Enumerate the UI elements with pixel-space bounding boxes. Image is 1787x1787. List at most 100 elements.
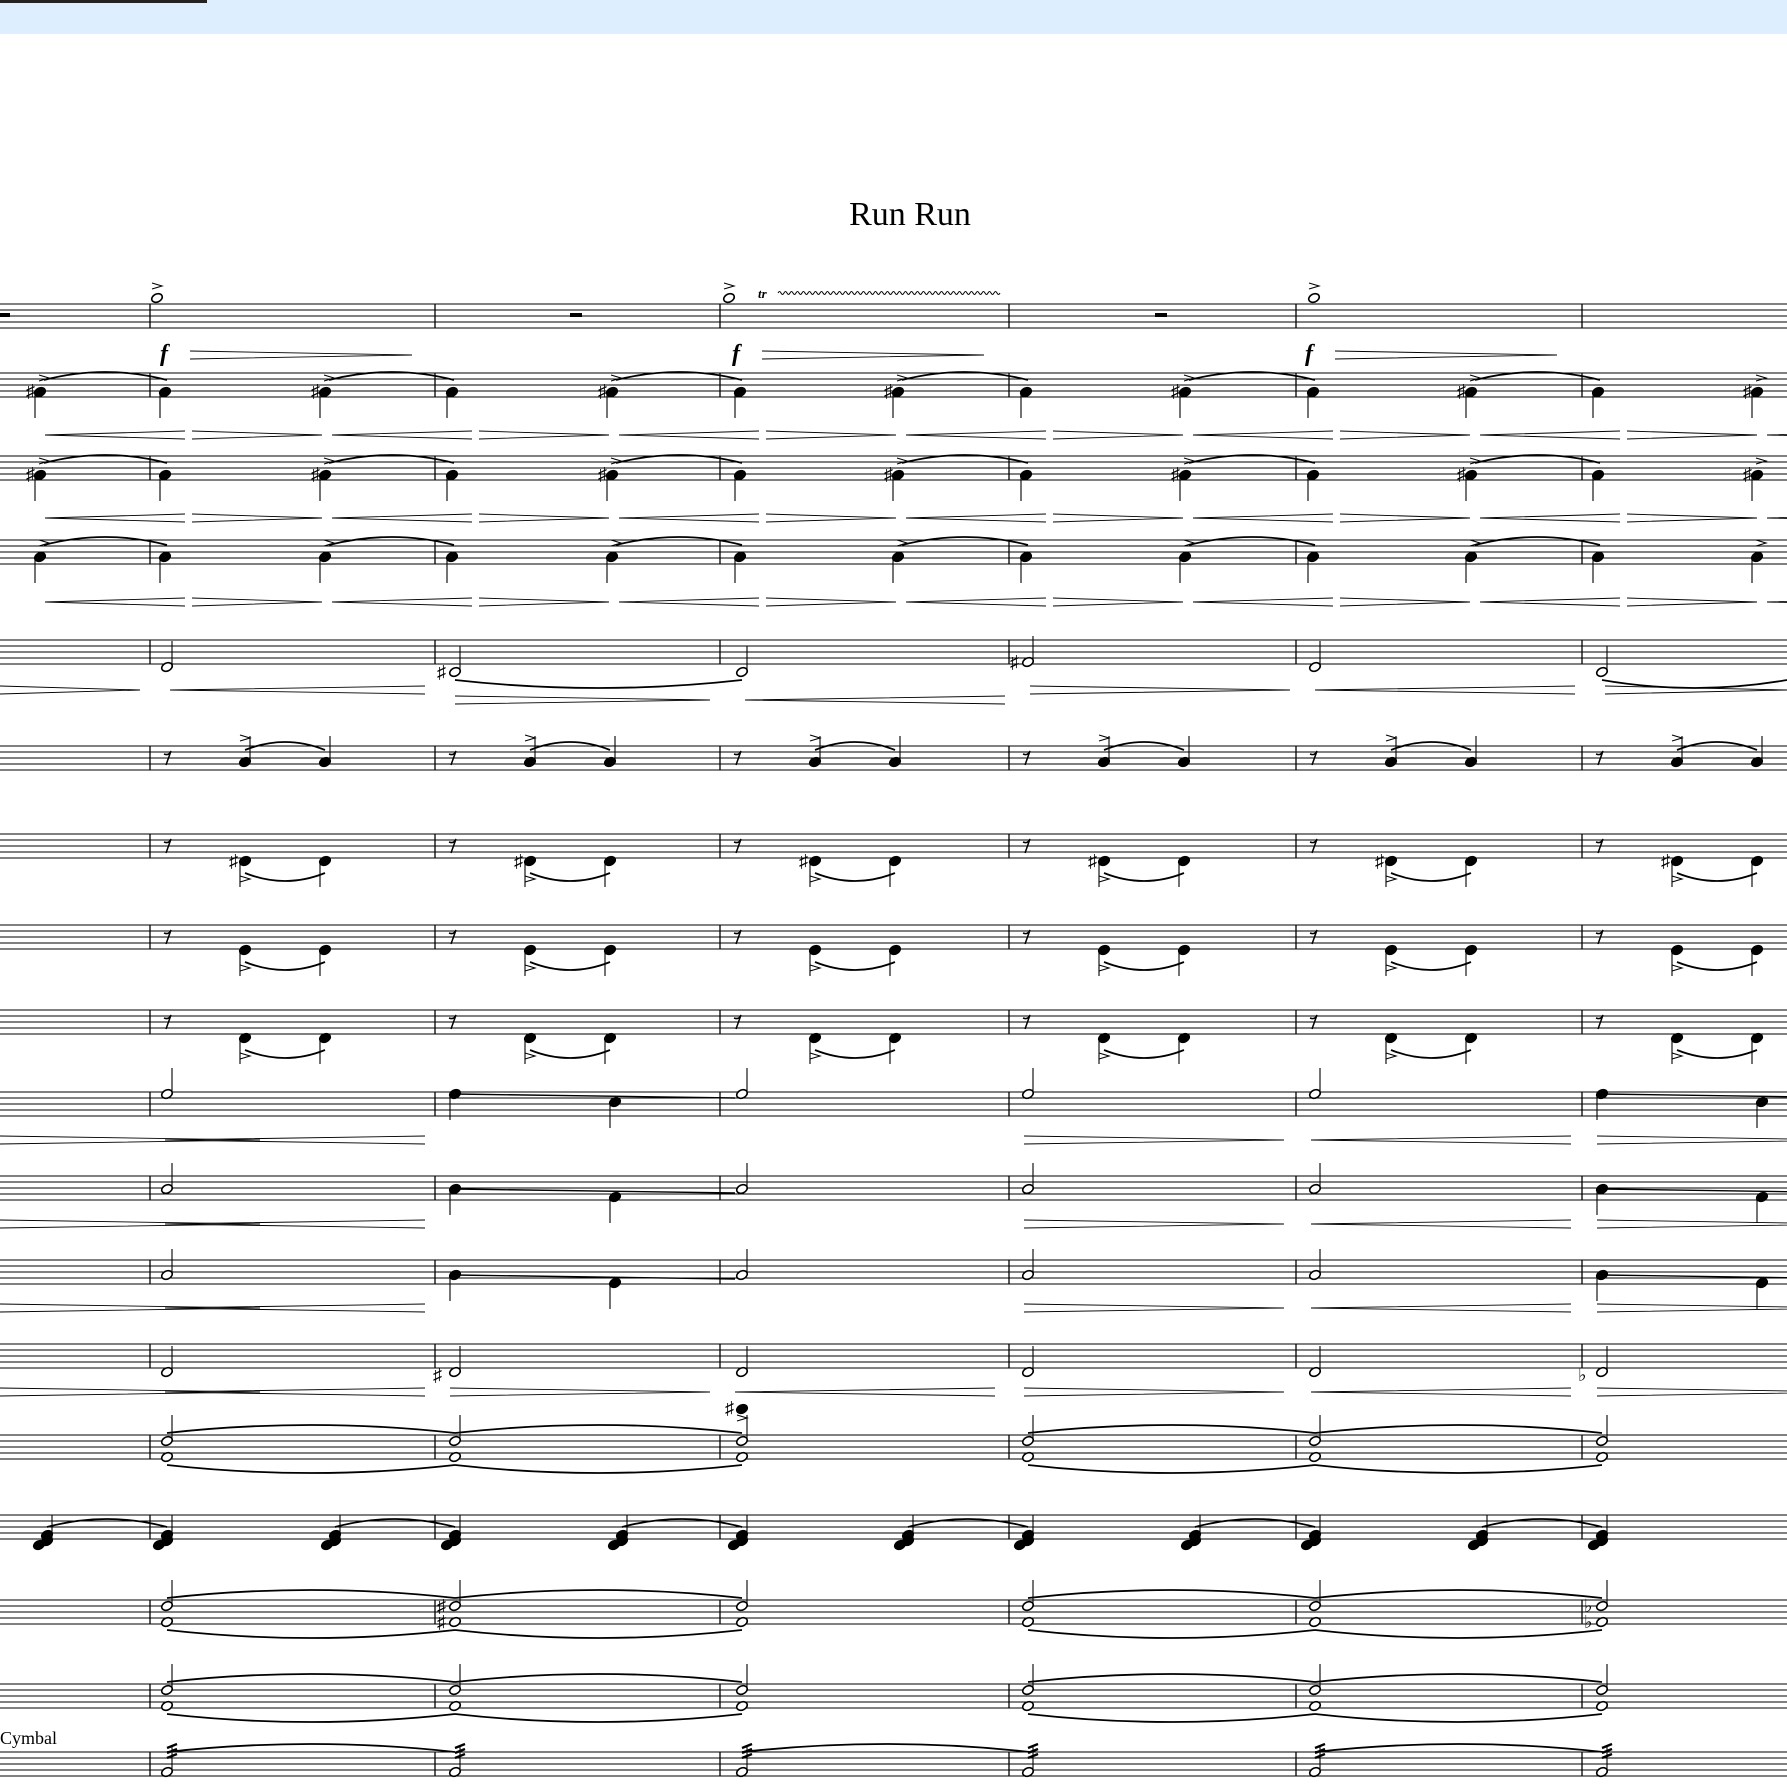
- accent-mark: [1308, 282, 1321, 290]
- accent-mark: [323, 539, 336, 547]
- accent-mark: [896, 374, 909, 382]
- trill-mark: tr: [758, 286, 768, 301]
- trill-wavy-line: [777, 291, 1001, 295]
- diminuendo-hairpin: [1339, 597, 1471, 607]
- slur-tie: [615, 536, 743, 546]
- slur-tie: [166, 1629, 456, 1639]
- sharp-accidental: ♯: [598, 464, 607, 484]
- slur-tie: [244, 872, 326, 882]
- sharp-accidental: ♯: [514, 851, 523, 871]
- diminuendo-hairpin: [1626, 597, 1758, 607]
- notehead: [150, 292, 164, 304]
- diminuendo-hairpin: [1596, 1387, 1787, 1397]
- slur-tie: [814, 1049, 896, 1059]
- slur-tie: [1103, 872, 1185, 882]
- crescendo-hairpin: [1310, 1387, 1572, 1397]
- diminuendo-hairpin: [0, 685, 141, 695]
- accent-mark: [1098, 734, 1111, 742]
- slur-tie: [1676, 961, 1758, 971]
- slur-tie: [1194, 1518, 1316, 1528]
- crescendo-hairpin: [1192, 597, 1334, 607]
- crescendo-hairpin: [1479, 597, 1621, 607]
- diminuendo-hairpin: [1596, 1303, 1787, 1313]
- accent-mark: [1183, 457, 1196, 465]
- sharp-accidental: ♯: [229, 851, 238, 871]
- diminuendo-hairpin: [478, 430, 610, 440]
- crescendo-hairpin: [905, 513, 1047, 523]
- glissando-line: [454, 1188, 736, 1194]
- accent-mark: [1671, 964, 1684, 972]
- sharp-accidental: ♯: [433, 1365, 442, 1385]
- sharp-accidental: ♯: [1010, 652, 1019, 672]
- sharp-accidental: ♯: [1375, 851, 1384, 871]
- crescendo-hairpin: [1766, 433, 1787, 437]
- diminuendo-hairpin: [1023, 1219, 1285, 1229]
- diminuendo-hairpin: [0, 1387, 261, 1397]
- accent-mark: [38, 539, 51, 547]
- crescendo-hairpin: [331, 513, 473, 523]
- slur-tie: [454, 1673, 743, 1683]
- slur-tie: [166, 1743, 456, 1753]
- diminuendo-hairpin: [1023, 1387, 1285, 1397]
- crescendo-hairpin: [618, 513, 760, 523]
- accent-mark: [1469, 539, 1482, 547]
- notehead: [1307, 292, 1321, 304]
- accent-mark: [1755, 457, 1768, 465]
- crescendo-hairpin: [618, 430, 760, 440]
- slur-tie: [1314, 1589, 1603, 1599]
- slur-tie: [529, 872, 611, 882]
- sharp-accidental: ♯: [1457, 381, 1466, 401]
- crescendo-hairpin: [164, 1387, 426, 1397]
- diminuendo-hairpin: [1052, 430, 1184, 440]
- slur-tie: [1027, 1464, 1316, 1474]
- accent-mark: [723, 282, 736, 290]
- diminuendo-hairpin: [449, 1387, 711, 1397]
- sharp-accidental: ♯: [1457, 464, 1466, 484]
- accent-mark: [1098, 964, 1111, 972]
- slur-tie: [1390, 872, 1472, 882]
- diminuendo-hairpin: [1626, 430, 1758, 440]
- accent-mark: [809, 964, 822, 972]
- sharp-accidental: ♯: [598, 381, 607, 401]
- accent-mark: [1183, 539, 1196, 547]
- diminuendo-hairpin: [191, 513, 323, 523]
- accent-mark: [239, 875, 252, 883]
- sharp-accidental: ♯: [26, 381, 35, 401]
- accent-mark: [1671, 875, 1684, 883]
- accidental: ♭: [1584, 1612, 1593, 1632]
- slur-tie: [1676, 1049, 1758, 1059]
- crescendo-hairpin: [1479, 430, 1621, 440]
- glissando-line: [454, 1093, 736, 1099]
- diminuendo-hairpin: [1339, 513, 1471, 523]
- slur-tie: [166, 1673, 456, 1683]
- diminuendo-hairpin: [478, 513, 610, 523]
- accent-mark: [1469, 374, 1482, 382]
- accent-mark: [1671, 1052, 1684, 1060]
- instrument-label-cymbal: Cymbal: [0, 1728, 57, 1748]
- slur-tie: [1027, 1629, 1316, 1639]
- dynamic-forte: f: [160, 341, 170, 367]
- diminuendo-hairpin: [478, 597, 610, 607]
- crescendo-hairpin: [1310, 1303, 1572, 1313]
- slur-tie: [454, 1713, 743, 1723]
- crescendo-hairpin: [164, 1303, 426, 1313]
- crescendo-hairpin: [164, 1219, 426, 1229]
- diminuendo-hairpin: [761, 350, 985, 360]
- accent-mark: [1385, 964, 1398, 972]
- slur-tie: [166, 1713, 456, 1723]
- slur-tie: [1314, 1713, 1603, 1723]
- diminuendo-hairpin: [765, 513, 897, 523]
- half-rest: [1155, 313, 1167, 317]
- slur-tie: [166, 1589, 456, 1599]
- sharp-accidental: ♯: [799, 851, 808, 871]
- accent-mark: [1385, 734, 1398, 742]
- sharp-accidental: ♯: [884, 464, 893, 484]
- slur-tie: [621, 1518, 743, 1528]
- accent-mark: [239, 964, 252, 972]
- slur-tie: [1103, 1049, 1185, 1059]
- sharp-accidental: ♯: [1743, 381, 1752, 401]
- slur-tie: [1314, 1673, 1603, 1683]
- diminuendo-hairpin: [454, 695, 711, 705]
- crescendo-hairpin: [618, 597, 760, 607]
- slur-tie: [1103, 961, 1185, 971]
